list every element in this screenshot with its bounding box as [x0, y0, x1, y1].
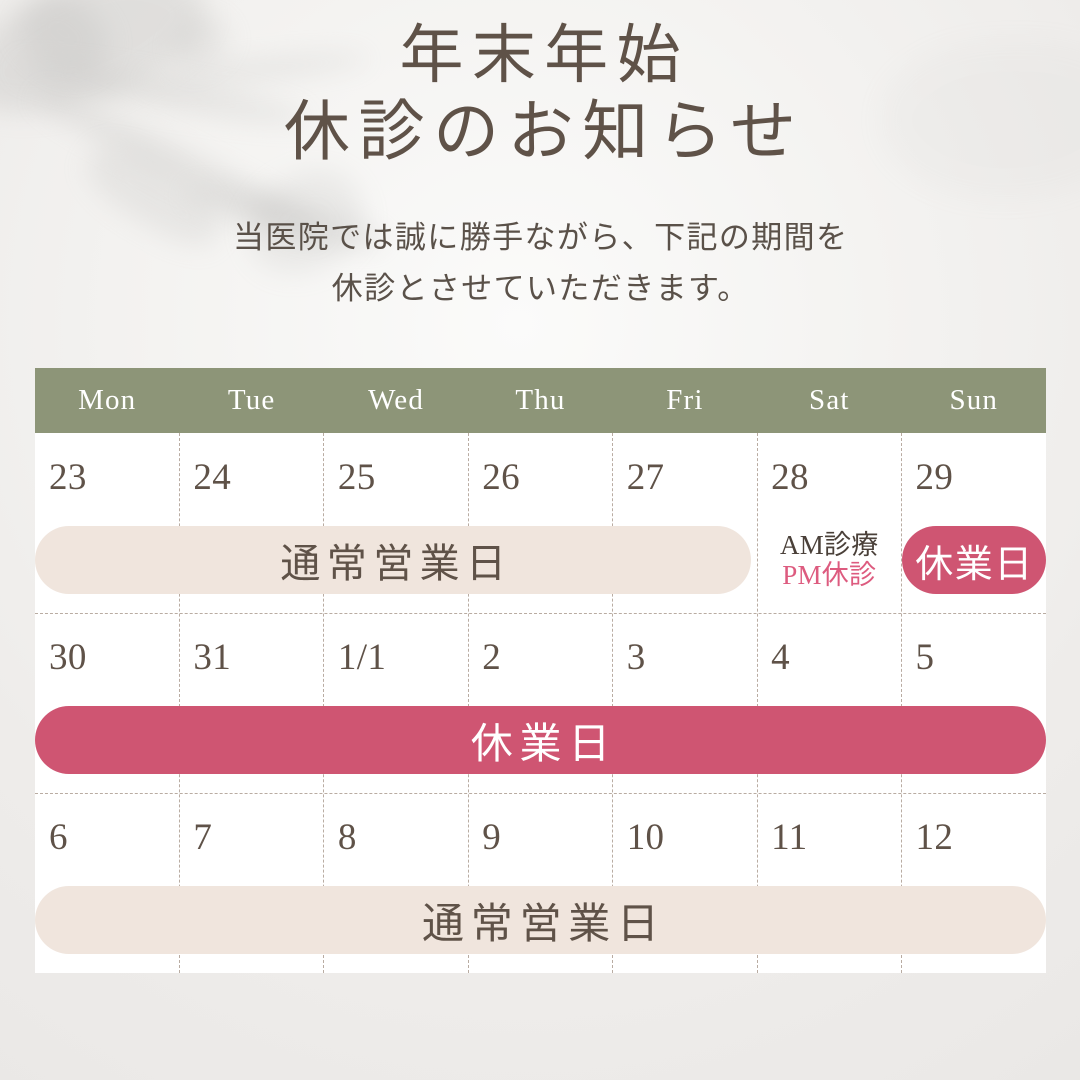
day-cell: 4	[757, 613, 901, 701]
calendar-week-2: 30 31 1/1 2 3 4 5 休業日	[35, 613, 1046, 793]
day-cell: 26	[468, 433, 612, 521]
day-number: 28	[771, 456, 809, 498]
calendar-week-1: 23 24 25 26 27 28 29 通常営業日 AM診療 PM休診 休業日	[35, 433, 1046, 613]
calendar-weekday-header: Mon Tue Wed Thu Fri Sat Sun	[35, 368, 1046, 433]
weekday-sun: Sun	[949, 384, 999, 416]
day-cell: 24	[179, 433, 323, 521]
day-cell: 27	[613, 433, 757, 521]
weekday-sat: Sat	[809, 384, 850, 416]
page-title: 年末年始 休診のお知らせ	[0, 0, 1080, 171]
day-number: 30	[49, 636, 87, 678]
weekday-wed: Wed	[368, 384, 424, 416]
day-cell: 30	[35, 613, 179, 701]
day-cell: 7	[179, 793, 323, 881]
day-number: 7	[193, 816, 213, 858]
sunday-status: 休業日	[901, 521, 1046, 599]
day-cell: 8	[324, 793, 468, 881]
weekday-mon: Mon	[78, 384, 137, 416]
day-number: 3	[626, 636, 646, 678]
subtitle-line-1: 当医院では誠に勝手ながら、下記の期間を	[232, 220, 849, 256]
weekday-fri: Fri	[666, 384, 704, 416]
day-number: 12	[915, 816, 954, 858]
weekday-thu: Thu	[515, 384, 566, 416]
day-cell: 3	[613, 613, 757, 701]
day-number: 23	[49, 456, 87, 498]
normal-business-banner: 通常営業日	[35, 526, 752, 594]
title-line-2: 休診のお知らせ	[283, 95, 805, 169]
week-1-daynumbers: 23 24 25 26 27 28 29	[35, 433, 1046, 521]
normal-business-label: 通常営業日	[422, 901, 666, 948]
day-cell: 1/1	[324, 613, 468, 701]
day-cell: 2	[468, 613, 612, 701]
holiday-calendar: Mon Tue Wed Thu Fri Sat Sun 23 24 25 26 …	[35, 368, 1046, 973]
day-number: 8	[337, 816, 357, 858]
closed-period-label: 休業日	[470, 721, 617, 768]
day-number: 10	[626, 816, 665, 858]
calendar-week-3: 6 7 8 9 10 11 12 通常営業日	[35, 793, 1046, 973]
day-cell: 5	[902, 613, 1046, 701]
day-number: 11	[771, 816, 808, 858]
day-number: 2	[482, 636, 502, 678]
calendar-body: 23 24 25 26 27 28 29 通常営業日 AM診療 PM休診 休業日…	[35, 433, 1046, 973]
day-cell: 31	[179, 613, 323, 701]
closed-day-label: 休業日	[915, 543, 1034, 586]
saturday-pm-label: PM休診	[782, 560, 877, 590]
notice-page: 年末年始 休診のお知らせ 当医院では誠に勝手ながら、下記の期間を 休診とさせてい…	[0, 0, 1080, 1080]
day-number: 6	[49, 816, 68, 858]
week-3-banner: 通常営業日	[35, 881, 1046, 959]
week-2-banner: 休業日	[35, 701, 1046, 779]
normal-business-banner: 通常営業日	[35, 886, 1046, 954]
weekday-tue: Tue	[227, 384, 276, 416]
day-number: 24	[193, 456, 232, 498]
day-cell: 23	[35, 433, 179, 521]
day-cell: 12	[902, 793, 1046, 881]
week-1-normal-banner: 通常営業日	[35, 521, 757, 599]
day-number: 9	[482, 816, 502, 858]
saturday-am-label: AM診療	[779, 529, 879, 560]
day-cell: 28	[757, 433, 901, 521]
day-number: 4	[771, 636, 790, 678]
day-number: 5	[915, 636, 935, 678]
day-cell: 9	[468, 793, 612, 881]
day-cell: 10	[613, 793, 757, 881]
day-cell: 6	[35, 793, 179, 881]
day-cell: 29	[902, 433, 1046, 521]
week-2-daynumbers: 30 31 1/1 2 3 4 5	[35, 613, 1046, 701]
subtitle: 当医院では誠に勝手ながら、下記の期間を 休診とさせていただきます。	[0, 213, 1080, 313]
day-number: 31	[193, 636, 232, 678]
title-line-1: 年末年始	[399, 20, 689, 91]
closed-day-pill: 休業日	[901, 526, 1046, 594]
day-cell: 25	[324, 433, 468, 521]
day-number: 26	[482, 456, 521, 498]
day-cell: 11	[757, 793, 901, 881]
day-number: 29	[915, 456, 954, 498]
normal-business-label: 通常営業日	[280, 541, 513, 586]
subtitle-line-2: 休診とさせていただきます。	[331, 270, 750, 306]
closed-period-banner: 休業日	[35, 706, 1046, 774]
saturday-status: AM診療 PM休診	[757, 517, 902, 603]
day-number: 1/1	[337, 636, 387, 678]
day-number: 27	[626, 456, 665, 498]
day-number: 25	[337, 456, 376, 498]
week-3-daynumbers: 6 7 8 9 10 11 12	[35, 793, 1046, 881]
